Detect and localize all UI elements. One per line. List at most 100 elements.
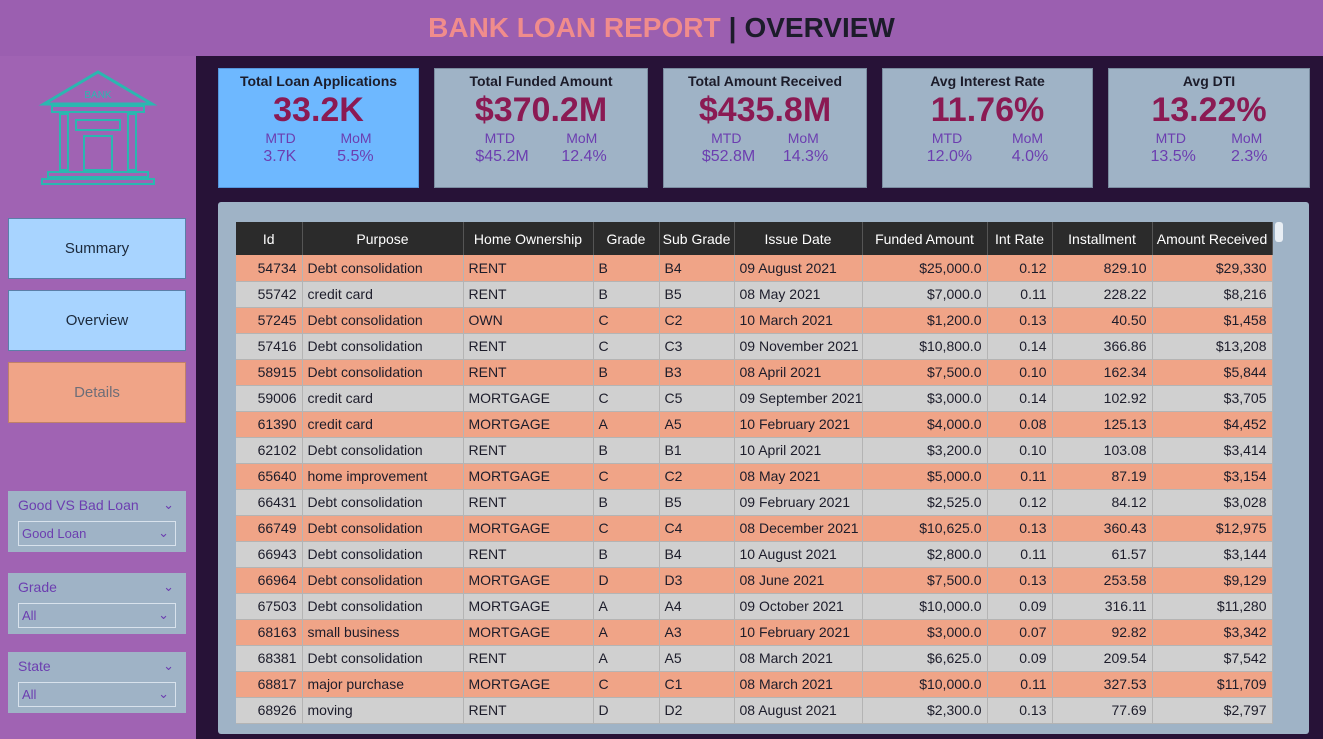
cell-purpose: Debt consolidation — [302, 255, 464, 282]
column-header-installment[interactable]: Installment — [1052, 222, 1153, 255]
cell-sub-grade: C4 — [659, 515, 735, 542]
table-row[interactable]: 66943 Debt consolidation RENT B B4 10 August … — [236, 541, 1273, 568]
chevron-down-icon[interactable]: ⌄ — [163, 579, 174, 595]
kpi-avg-interest-rate[interactable]: Avg Interest Rate 11.76% MTD MoM 12.0% 4… — [882, 68, 1093, 188]
cell-funded-amount: $10,000.0 — [862, 593, 988, 620]
kpi-avg-dti[interactable]: Avg DTI 13.22% MTD MoM 13.5% 2.3% — [1108, 68, 1310, 188]
cell-installment: 40.50 — [1052, 307, 1153, 334]
cell-issue-date: 09 August 2021 — [734, 255, 863, 282]
cell-installment: 829.10 — [1052, 255, 1153, 282]
cell-home-ownership: MORTGAGE — [463, 593, 594, 620]
cell-sub-grade: A5 — [659, 411, 735, 438]
chevron-down-icon[interactable]: ⌄ — [163, 658, 174, 674]
cell-grade: D — [593, 697, 660, 724]
cell-purpose: Debt consolidation — [302, 593, 464, 620]
cell-home-ownership: RENT — [463, 489, 594, 516]
cell-home-ownership: RENT — [463, 541, 594, 568]
table-row[interactable]: 66964 Debt consolidation MORTGAGE D D3 08 Jun… — [236, 567, 1273, 594]
chevron-down-icon[interactable]: ⌄ — [163, 497, 174, 513]
cell-purpose: small business — [302, 619, 464, 646]
cell-installment: 102.92 — [1052, 385, 1153, 412]
cell-int-rate: 0.09 — [987, 593, 1053, 620]
cell-home-ownership: MORTGAGE — [463, 411, 594, 438]
kpi-mtd-label: MTD — [484, 130, 515, 146]
cell-issue-date: 08 April 2021 — [734, 359, 863, 386]
column-header-sub-grade[interactable]: Sub Grade — [659, 222, 735, 255]
nav-summary-button[interactable]: Summary — [8, 218, 186, 279]
cell-issue-date: 08 June 2021 — [734, 567, 863, 594]
table-row[interactable]: 68817 major purchase MORTGAGE C C1 08 March 2… — [236, 671, 1273, 698]
cell-grade: D — [593, 567, 660, 594]
state-dropdown[interactable]: All ⌄ — [18, 682, 176, 707]
cell-installment: 209.54 — [1052, 645, 1153, 672]
nav-details-button[interactable]: Details — [8, 362, 186, 423]
cell-amount-received: $4,452 — [1152, 411, 1273, 438]
column-header-funded-amount[interactable]: Funded Amount — [862, 222, 988, 255]
cell-int-rate: 0.09 — [987, 645, 1053, 672]
kpi-mtd-label: MTD — [931, 130, 963, 146]
table-row[interactable]: 57416 Debt consolidation RENT C C3 09 Novembe… — [236, 333, 1273, 360]
cell-int-rate: 0.13 — [987, 567, 1053, 594]
table-row[interactable]: 61390 credit card MORTGAGE A A5 10 February 2… — [236, 411, 1273, 438]
cell-id: 68163 — [236, 619, 303, 646]
cell-purpose: credit card — [302, 385, 464, 412]
kpi-total-amount-received[interactable]: Total Amount Received $435.8M MTD MoM $5… — [663, 68, 867, 188]
cell-grade: A — [593, 645, 660, 672]
dropdown-value: All — [22, 687, 37, 702]
kpi-total-loan-applications[interactable]: Total Loan Applications 33.2K MTD MoM 3.… — [218, 68, 419, 188]
cell-grade: C — [593, 307, 660, 334]
table-row[interactable]: 54734 Debt consolidation RENT B B4 09 August … — [236, 255, 1273, 282]
kpi-value: 33.2K — [273, 91, 364, 129]
table-row[interactable]: 59006 credit card MORTGAGE C C5 09 September … — [236, 385, 1273, 412]
cell-grade: B — [593, 255, 660, 282]
table-row[interactable]: 66749 Debt consolidation MORTGAGE C C4 08 Dec… — [236, 515, 1273, 542]
table-row[interactable]: 67503 Debt consolidation MORTGAGE A A4 09 Oct… — [236, 593, 1273, 620]
column-header-grade[interactable]: Grade — [593, 222, 660, 255]
cell-installment: 316.11 — [1052, 593, 1153, 620]
chevron-down-icon: ⌄ — [158, 686, 169, 701]
column-header-amount-received[interactable]: Amount Received — [1152, 222, 1273, 255]
cell-issue-date: 10 March 2021 — [734, 307, 863, 334]
cell-int-rate: 0.11 — [987, 463, 1053, 490]
table-row[interactable]: 57245 Debt consolidation OWN C C2 10 March 20… — [236, 307, 1273, 334]
cell-issue-date: 08 August 2021 — [734, 697, 863, 724]
cell-amount-received: $3,414 — [1152, 437, 1273, 464]
cell-purpose: credit card — [302, 281, 464, 308]
column-header-issue-date[interactable]: Issue Date — [734, 222, 863, 255]
cell-funded-amount: $2,300.0 — [862, 697, 988, 724]
table-row[interactable]: 55742 credit card RENT B B5 08 May 2021 $7,000… — [236, 281, 1273, 308]
cell-issue-date: 10 April 2021 — [734, 437, 863, 464]
table-row[interactable]: 68381 Debt consolidation RENT A A5 08 March 2… — [236, 645, 1273, 672]
grade-slicer: Grade ⌄ All ⌄ — [8, 573, 186, 634]
kpi-total-funded-amount[interactable]: Total Funded Amount $370.2M MTD MoM $45.… — [434, 68, 648, 188]
cell-id: 68381 — [236, 645, 303, 672]
cell-grade: C — [593, 333, 660, 360]
cell-id: 57245 — [236, 307, 303, 334]
cell-amount-received: $29,330 — [1152, 255, 1273, 282]
cell-id: 55742 — [236, 281, 303, 308]
table-row[interactable]: 58915 Debt consolidation RENT B B3 08 April 2… — [236, 359, 1273, 386]
nav-overview-button[interactable]: Overview — [8, 290, 186, 351]
grade-dropdown[interactable]: All ⌄ — [18, 603, 176, 628]
cell-amount-received: $3,144 — [1152, 541, 1273, 568]
cell-id: 65640 — [236, 463, 303, 490]
good-bad-loan-dropdown[interactable]: Good Loan ⌄ — [18, 521, 176, 546]
dropdown-value: All — [22, 608, 37, 623]
column-header-purpose[interactable]: Purpose — [302, 222, 464, 255]
table-row[interactable]: 68926 moving RENT D D2 08 August 2021 $2,300.0… — [236, 697, 1273, 724]
column-header-home-ownership[interactable]: Home Ownership — [463, 222, 594, 255]
table-row[interactable]: 66431 Debt consolidation RENT B B5 09 Februar… — [236, 489, 1273, 516]
column-header-id[interactable]: Id — [236, 222, 303, 255]
cell-amount-received: $3,028 — [1152, 489, 1273, 516]
table-row[interactable]: 62102 Debt consolidation RENT B B1 10 April 2… — [236, 437, 1273, 464]
table-row[interactable]: 65640 home improvement MORTGAGE C C2 08 May 2… — [236, 463, 1273, 490]
cell-int-rate: 0.07 — [987, 619, 1053, 646]
table-scrollbar[interactable] — [1275, 222, 1283, 242]
kpi-title: Avg Interest Rate — [930, 73, 1045, 89]
cell-amount-received: $8,216 — [1152, 281, 1273, 308]
sidebar: BANK Summary Overview Details Good VS Ba… — [0, 56, 196, 739]
column-header-int-rate[interactable]: Int Rate — [987, 222, 1053, 255]
cell-issue-date: 09 February 2021 — [734, 489, 863, 516]
table-row[interactable]: 68163 small business MORTGAGE A A3 10 Februar… — [236, 619, 1273, 646]
kpi-mom-value: 4.0% — [1011, 148, 1049, 165]
